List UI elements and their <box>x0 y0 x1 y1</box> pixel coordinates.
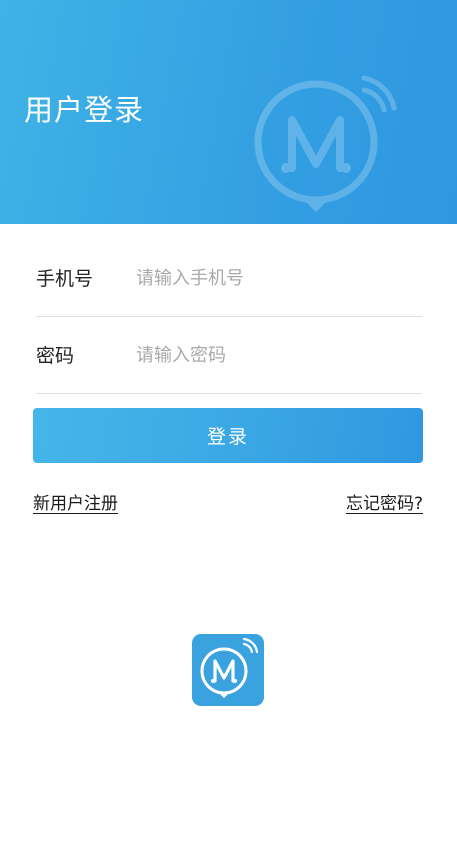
login-button[interactable]: 登录 <box>33 408 423 463</box>
app-logo-icon <box>200 637 259 698</box>
phone-label: 手机号 <box>36 268 94 290</box>
page-title: 用户登录 <box>24 93 145 127</box>
app-logo <box>192 634 264 706</box>
forgot-password-link[interactable]: 忘记密码? <box>346 492 423 516</box>
password-label: 密码 <box>36 345 75 367</box>
register-link[interactable]: 新用户注册 <box>33 492 118 516</box>
phone-field-row: 手机号 <box>36 240 422 317</box>
m-logo-watermark-icon <box>254 75 397 212</box>
password-field-row: 密码 <box>36 317 422 394</box>
password-input[interactable] <box>136 335 422 375</box>
header-banner: 用户登录 <box>0 0 457 224</box>
phone-input[interactable] <box>136 258 422 298</box>
